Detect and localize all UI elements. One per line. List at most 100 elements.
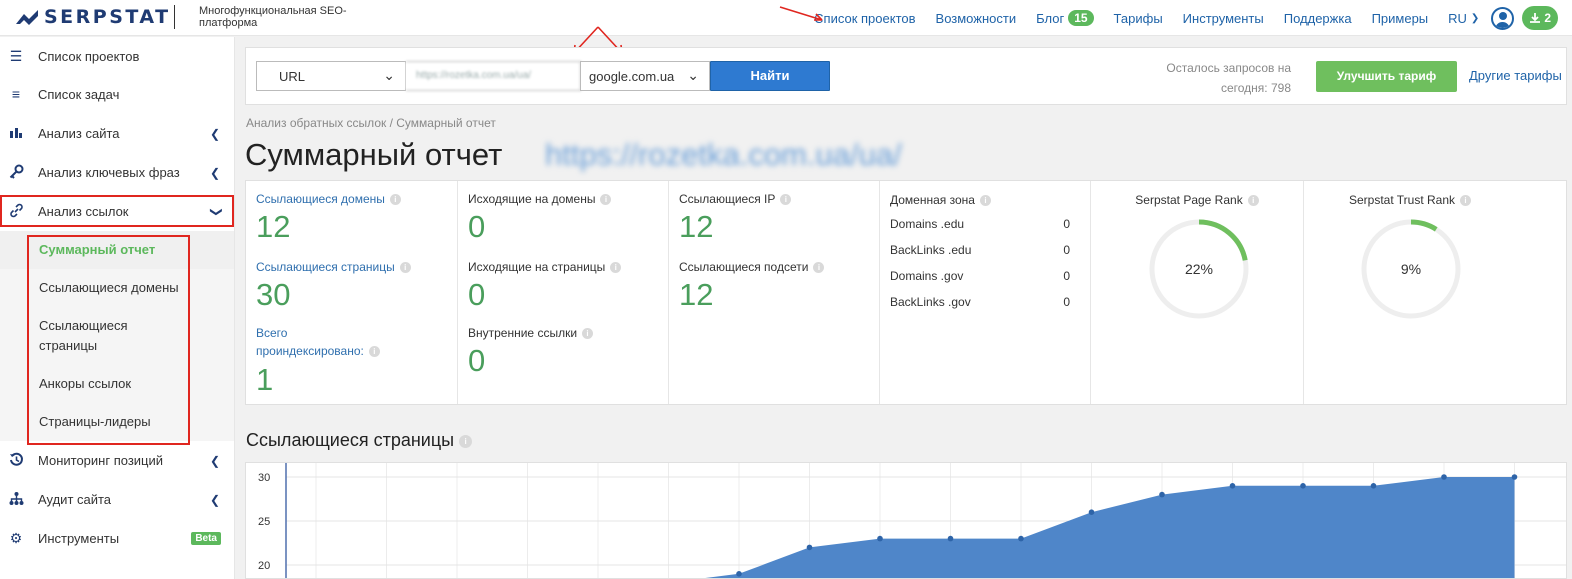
summary-stats-panel: Ссылающиеся домены i 12 Ссылающиеся стран… [245,180,1567,405]
link-icon [8,203,24,219]
sidebar-item-label: Список задач [38,87,120,102]
outgoing-domains-value: 0 [468,209,486,244]
info-icon[interactable]: i [459,434,473,448]
data-point [1159,491,1165,498]
sidebar-item-site-audit[interactable]: Аудит сайта ❮ [0,480,234,519]
analyzed-domain: https://rozetka.com.ua/ua/ [545,137,902,172]
logo-text: SERPSTAT [44,6,171,28]
info-icon[interactable]: i [582,328,594,340]
stats-column-referring: Ссылающиеся домены i 12 Ссылающиеся стран… [246,181,458,404]
info-icon[interactable]: i [780,194,792,206]
url-input[interactable]: https://rozetka.com.ua/ua/ [406,61,581,91]
page-rank-value: 22% [1185,261,1213,277]
nav-tools-link[interactable]: Инструменты [1183,11,1264,26]
sidebar-item-label: Список проектов [38,48,140,64]
trust-rank-value: 9% [1401,261,1421,277]
sidebar-item-label: Инструменты [38,531,120,546]
nav-features-link[interactable]: Возможности [936,11,1017,26]
search-type-select[interactable]: URL ⌄ [256,61,406,91]
referring-pages-chart: 30 25 20 [245,462,1567,579]
info-icon[interactable]: i [399,262,411,274]
sidebar-item-tools[interactable]: ⚙ Инструменты Beta [0,519,234,558]
data-point [1229,483,1236,489]
sidebar-item-link-analysis[interactable]: Анализ ссылок ❮ [0,192,234,231]
menu-icon: ☰ [9,48,23,64]
nav-projects-link[interactable]: Список проектов [814,11,915,26]
outgoing-pages-value: 0 [468,277,486,312]
sidebar-subitem-summary[interactable]: Суммарный отчет [0,231,234,269]
info-icon[interactable]: i [600,194,612,206]
nav-blog-link[interactable]: Блог 15 [1036,10,1094,26]
data-point [1300,483,1306,489]
sidebar-item-label: Анализ ссылок [38,204,129,219]
sidebar-subitem-referring-domains[interactable]: Ссылающиеся домены [0,269,234,307]
info-icon[interactable]: i [389,194,401,206]
page-rank-panel: Serpstat Page Rank i 22% [1091,181,1304,404]
user-avatar-icon[interactable] [1491,6,1515,30]
chevron-down-icon: ⌄ [383,67,395,83]
data-point [1511,474,1518,480]
chevron-down-icon: ❮ [207,206,222,218]
data-point [736,571,742,577]
trust-rank-panel: Serpstat Trust Rank i 9% [1304,181,1566,404]
chevron-down-icon: ❯ [1470,12,1480,24]
downloads-button[interactable]: 2 [1522,6,1558,30]
total-indexed-label[interactable]: Всего проиндексировано: i [256,324,386,360]
info-icon[interactable]: i [1247,195,1259,207]
site-analysis-icon [8,125,24,141]
serpstat-logo-icon [16,10,38,25]
page-title: Суммарный отчет [245,137,503,172]
sidebar-subitem-top-pages[interactable]: Страницы-лидеры [0,403,234,441]
chevron-left-icon: ❮ [209,493,220,507]
info-icon[interactable]: i [979,195,991,207]
chevron-left-icon: ❮ [209,127,220,141]
sidebar-item-tasks[interactable]: ≡ Список задач [0,75,234,114]
stats-column-ip: Ссылающиеся IP i 12 Ссылающиеся подсети i … [669,181,880,404]
search-bar: URL ⌄ https://rozetka.com.ua/ua/ google.… [245,47,1567,105]
language-select[interactable]: RU ❯ [1448,11,1479,26]
serpstat-logo[interactable]: SERPSTAT [14,6,171,28]
sidebar-item-label: Мониторинг позиций [38,453,164,468]
database-select[interactable]: google.com.ua ⌄ [580,61,710,91]
chart-section-title: Ссылающиеся страницы i [246,430,473,451]
nav-pricing-link[interactable]: Тарифы [1114,11,1163,26]
total-indexed-value: 1 [256,362,274,397]
sidebar-subitem-referring-pages[interactable]: Ссылающиеся страницы [0,307,234,365]
sidebar-item-projects[interactable]: ☰ Список проектов [0,37,234,75]
info-icon[interactable]: i [610,262,622,274]
upgrade-plan-button[interactable]: Улучшить тариф [1316,61,1457,92]
info-icon[interactable]: i [1460,195,1472,207]
internal-links-value: 0 [468,343,486,378]
outgoing-pages-label: Исходящие на страницы i [468,258,622,276]
zone-row: Domains .edu 0 [890,217,1070,231]
data-point [877,535,883,542]
sidebar-item-keyword-analysis[interactable]: Анализ ключевых фраз ❮ [0,153,234,192]
history-icon [8,452,24,468]
downloads-count: 2 [1544,11,1551,25]
sitemap-icon [8,491,24,507]
referring-pages-label[interactable]: Ссылающиеся страницы i [256,258,411,276]
outgoing-domains-label: Исходящие на домены i [468,190,612,208]
other-plans-link[interactable]: Другие тарифы [1469,68,1562,83]
sidebar: ☰ Список проектов ≡ Список задач Анализ … [0,37,235,579]
data-point [947,535,954,542]
referring-domains-label[interactable]: Ссылающиеся домены i [256,190,401,208]
chevron-down-icon: ⌄ [687,67,699,83]
nav-examples-link[interactable]: Примеры [1372,11,1429,26]
info-icon[interactable]: i [813,262,825,274]
data-point [806,544,813,551]
sidebar-subitem-anchors[interactable]: Анкоры ссылок [0,365,234,403]
series-area [705,477,1515,578]
zone-row: BackLinks .edu 0 [890,243,1070,257]
referring-ip-label: Ссылающиеся IP i [679,190,792,208]
sidebar-item-rank-tracker[interactable]: Мониторинг позиций ❮ [0,441,234,480]
info-icon[interactable]: i [368,346,380,358]
y-tick-label: 25 [258,516,270,528]
zone-row: Domains .gov 0 [890,269,1070,283]
trust-rank-label: Serpstat Trust Rank i [1304,193,1516,207]
referring-domains-value: 12 [256,209,291,244]
nav-support-link[interactable]: Поддержка [1284,11,1352,26]
chevron-left-icon: ❮ [209,454,220,468]
sidebar-item-site-analysis[interactable]: Анализ сайта ❮ [0,114,234,153]
search-button[interactable]: Найти [710,61,830,91]
